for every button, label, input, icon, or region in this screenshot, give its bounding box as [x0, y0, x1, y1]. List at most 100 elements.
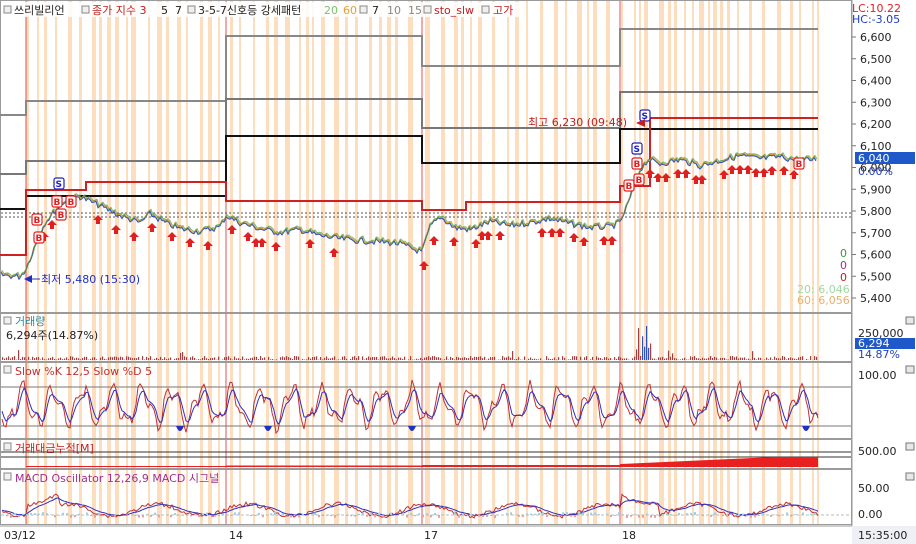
- volume-bar: [748, 358, 750, 360]
- cumulative-bar: [614, 465, 616, 467]
- cumulative-bar: [712, 459, 714, 467]
- cumulative-bar: [518, 465, 520, 467]
- macd-osc-bar: [274, 512, 276, 515]
- cumulative-bar: [612, 465, 614, 467]
- cumulative-bar: [144, 466, 146, 467]
- macd-osc-bar: [90, 515, 92, 517]
- macd-osc-bar: [402, 512, 404, 515]
- cumulative-bar: [470, 465, 472, 467]
- cumulative-bar: [164, 466, 166, 467]
- cumulative-bar: [190, 466, 192, 467]
- macd-osc-bar: [338, 514, 340, 515]
- cumulative-bar: [460, 465, 462, 467]
- volume-bar: [228, 356, 230, 360]
- ma60-value: 60: 6,056: [797, 294, 850, 307]
- volume-bar: [454, 359, 456, 360]
- volume-bar: [280, 357, 282, 360]
- volume-bar: [492, 357, 494, 360]
- macd-osc-bar: [290, 515, 292, 518]
- cumulative-bar: [248, 465, 250, 467]
- volume-bar: [2, 357, 4, 360]
- cumulative-bar: [110, 466, 112, 467]
- buy-signal-icon: B: [634, 160, 641, 170]
- highlight-band: [441, 1, 445, 525]
- pane-close-icon[interactable]: [905, 316, 915, 325]
- volume-bar: [106, 359, 108, 360]
- highlight-band: [699, 1, 704, 525]
- cumulative-bar: [628, 463, 630, 467]
- highlight-band: [749, 1, 752, 525]
- volume-bar: [150, 356, 152, 360]
- buy-arrow-icon: [767, 166, 777, 175]
- cumulative-bar: [684, 461, 686, 467]
- price-tick-label: 6,400: [860, 75, 892, 88]
- macd-osc-bar: [666, 513, 668, 515]
- cumulative-bar: [434, 465, 436, 467]
- price-tick-label: 5,900: [860, 183, 892, 196]
- cumulative-bar: [786, 457, 788, 467]
- cumulative-bar: [308, 465, 310, 467]
- buy-signal-icon: B: [36, 234, 43, 244]
- cumulative-bar: [278, 465, 280, 467]
- volume-bar: [170, 357, 172, 360]
- highlight-band: [208, 1, 212, 525]
- high-label[interactable]: 고가: [493, 4, 513, 17]
- stock-name[interactable]: 쓰리빌리언: [14, 4, 65, 17]
- highlight-band: [790, 1, 793, 525]
- sto-slw-label[interactable]: sto_slw: [434, 4, 474, 17]
- cumulative-bar: [368, 465, 370, 467]
- highlight-band: [345, 1, 348, 525]
- cumulative-bar: [616, 465, 618, 467]
- volume-bar: [488, 358, 490, 360]
- cumulative-bar: [158, 466, 160, 467]
- highlight-band: [708, 1, 710, 525]
- volume-bar: [652, 358, 654, 360]
- macd-osc-bar: [418, 513, 420, 515]
- pane-close-icon[interactable]: [905, 442, 915, 451]
- signal-pattern-label[interactable]: 3-5-7신호등 강세패턴: [198, 4, 301, 17]
- volume-bar: [288, 357, 290, 360]
- macd-osc-bar: [794, 514, 796, 515]
- volume-bar: [134, 358, 136, 360]
- volume-bar: [426, 357, 428, 360]
- cumulative-bar: [272, 465, 274, 467]
- macd-title[interactable]: MACD Oscillator 12,26,9 MACD 시그널: [15, 472, 219, 485]
- cumulative-bar: [784, 457, 786, 467]
- stochastic-title[interactable]: Slow %K 12,5 Slow %D 5: [15, 365, 152, 378]
- cumulative-bar: [258, 465, 260, 467]
- cumulative-bar: [394, 465, 396, 467]
- cumulative-bar: [810, 457, 812, 467]
- volume-bar: [138, 357, 140, 360]
- volume-bar: [654, 358, 656, 360]
- cumulative-bar: [174, 466, 176, 467]
- volume-bar: [540, 358, 542, 360]
- pane-close-icon[interactable]: [905, 472, 915, 481]
- volume-bar: [104, 358, 106, 360]
- cumulative-bar: [656, 462, 658, 467]
- volume-title[interactable]: 거래량: [15, 315, 45, 328]
- macd-osc-bar: [610, 515, 612, 517]
- macd-osc-bar: [354, 515, 356, 517]
- macd-osc-bar: [262, 515, 264, 518]
- cumulative-bar: [650, 462, 652, 467]
- volume-bar: [36, 357, 38, 360]
- cumvol-title[interactable]: 거래대금누적[M]: [15, 442, 94, 455]
- macd-osc-bar: [674, 515, 676, 516]
- highlight-band: [239, 1, 241, 525]
- buy-arrow-icon: [537, 228, 547, 237]
- volume-bar: [258, 359, 260, 360]
- highlight-band: [218, 1, 220, 525]
- cumulative-bar: [464, 465, 466, 467]
- pane-close-icon[interactable]: [905, 365, 915, 374]
- close-index-label[interactable]: 종가 지수 3: [92, 4, 146, 17]
- macd-osc-bar: [506, 512, 508, 515]
- cumulative-bar: [482, 465, 484, 467]
- cumulative-bar: [436, 465, 438, 467]
- macd-osc-bar: [74, 515, 76, 518]
- volume-bar: [404, 356, 406, 360]
- macd-osc-bar: [738, 513, 740, 515]
- main-legend: 쓰리빌리언 종가 지수 3 5 7 3-5-7신호등 강세패턴 20 60 7 …: [2, 2, 522, 17]
- volume-bar: [746, 359, 748, 360]
- volume-bar: [374, 357, 376, 360]
- buy-arrow-icon: [429, 236, 439, 245]
